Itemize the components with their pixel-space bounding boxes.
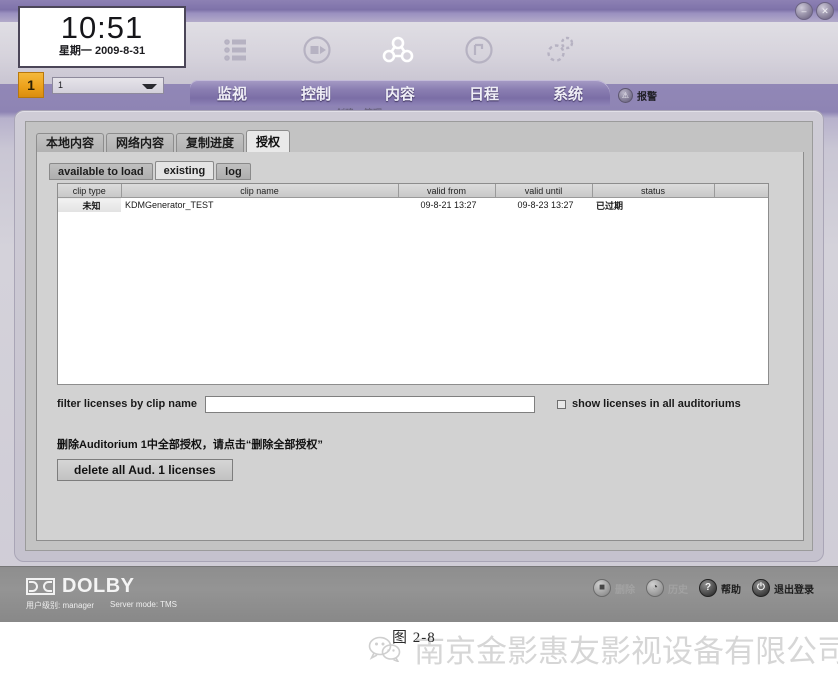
schedule-clock-icon[interactable]: [448, 28, 510, 72]
col-spacer: [714, 184, 768, 198]
main-tabstrip: 本地内容 网络内容 复制进度 授权: [36, 130, 292, 152]
table-row[interactable]: 未知 KDMGenerator_TEST 09-8-21 13:27 09-8-…: [58, 197, 768, 213]
delete-button: ■ 删除: [593, 579, 635, 597]
application-window: – ✕ 10:51 星期一 2009-8-31 1 1 监视 控制 内容 日程 …: [0, 0, 838, 623]
main-navigation-bar: 监视 控制 内容 日程 系统: [190, 80, 610, 106]
auditorium-badge: 1: [18, 72, 44, 98]
nav-content[interactable]: 内容: [358, 83, 442, 104]
cell-valid-until: 09-8-23 13:27: [517, 200, 574, 210]
window-controls: – ✕: [795, 2, 834, 20]
history-button: ◔ 历史: [646, 579, 688, 597]
license-subtabs: available to load existing log: [49, 161, 253, 180]
content-nodes-icon[interactable]: [367, 28, 429, 72]
watermark-company-text: 南京金影惠友影视设备有限公司: [414, 634, 838, 670]
auditorium-dropdown-value: 1: [58, 80, 64, 90]
nav-system[interactable]: 系统: [526, 83, 610, 104]
show-all-auditoriums-checkbox[interactable]: [557, 399, 567, 409]
alarm-button[interactable]: ⚠ 报警: [618, 88, 657, 103]
col-clip-type[interactable]: clip type: [58, 184, 122, 198]
tab-local-content[interactable]: 本地内容: [36, 133, 105, 152]
help-button[interactable]: ? 帮助: [699, 579, 741, 597]
show-all-auditoriums-checkbox-wrap[interactable]: show licenses in all auditoriums: [557, 398, 741, 410]
clock-icon: ◔: [646, 579, 664, 597]
nav-schedule[interactable]: 日程: [442, 83, 526, 104]
subtab-available-to-load[interactable]: available to load: [49, 163, 153, 180]
server-mode-text: Server mode: TMS: [110, 600, 178, 609]
help-button-label: 帮助: [721, 584, 741, 596]
filter-input[interactable]: [205, 395, 536, 413]
col-clip-name[interactable]: clip name: [121, 184, 399, 198]
col-valid-from[interactable]: valid from: [398, 184, 496, 198]
control-play-icon[interactable]: [286, 28, 348, 72]
logout-button-label: 退出登录: [774, 584, 814, 596]
table-header-row: clip type clip name valid from valid unt…: [58, 184, 768, 198]
content-shell: 本地内容 网络内容 复制进度 授权 available to load exis…: [14, 110, 824, 562]
tab-network-content[interactable]: 网络内容: [106, 133, 175, 152]
content-inner: 本地内容 网络内容 复制进度 授权 available to load exis…: [25, 121, 813, 551]
dolby-mark-icon: [26, 577, 55, 595]
show-all-auditoriums-label: show licenses in all auditoriums: [572, 398, 741, 410]
chevron-down-icon: [142, 83, 157, 89]
licenses-table: clip type clip name valid from valid unt…: [58, 184, 768, 213]
col-valid-until[interactable]: valid until: [495, 184, 593, 198]
footer-bar: DOLBY 用户级别: manager Server mode: TMS ■ 删…: [0, 566, 838, 623]
alarm-icon: ⚠: [618, 88, 633, 103]
dolby-wordmark: DOLBY: [62, 575, 135, 597]
question-mark-icon: ?: [699, 579, 717, 597]
user-level-text: 用户级别: manager: [26, 601, 95, 610]
cell-status: 已过期: [596, 200, 624, 211]
tab-licenses[interactable]: 授权: [246, 130, 291, 152]
footer-status-line: 用户级别: manager Server mode: TMS: [26, 600, 177, 611]
dolby-logo: DOLBY: [26, 576, 135, 596]
cell-clip-type: 未知: [58, 197, 121, 212]
auditorium-selector: 1 1: [18, 72, 164, 98]
close-icon[interactable]: ✕: [816, 2, 834, 20]
delete-instruction-text: 删除Auditorium 1中全部授权，请点击“删除全部授权”: [57, 439, 323, 451]
logout-button[interactable]: ⏻ 退出登录: [752, 579, 814, 597]
power-icon: ⏻: [752, 579, 770, 597]
licenses-panel: available to load existing log clip type: [36, 152, 804, 541]
clock-panel: 10:51 星期一 2009-8-31: [18, 6, 186, 68]
clock-date: 星期一 2009-8-31: [58, 45, 146, 57]
clock-time: 10:51: [60, 10, 144, 45]
tab-copy-progress[interactable]: 复制进度: [176, 133, 245, 152]
delete-all-licenses-button[interactable]: delete all Aud. 1 licenses: [57, 459, 233, 481]
cell-clip-name: KDMGenerator_TEST: [125, 200, 214, 210]
nav-monitor[interactable]: 监视: [190, 83, 274, 104]
subtab-log[interactable]: log: [216, 163, 251, 180]
col-status[interactable]: status: [592, 184, 715, 198]
nav-icon-row: [205, 28, 605, 72]
footer-button-row: ■ 删除 ◔ 历史 ? 帮助 ⏻ 退出登录: [593, 579, 814, 597]
trash-icon: ■: [593, 579, 611, 597]
figure-caption: 图 2-8: [392, 630, 436, 646]
delete-button-label: 删除: [615, 584, 635, 596]
filter-row: filter licenses by clip name show licens…: [57, 395, 769, 413]
auditorium-dropdown[interactable]: 1: [52, 76, 164, 94]
minimize-icon[interactable]: –: [795, 2, 813, 20]
cell-valid-from: 09-8-21 13:27: [420, 200, 477, 210]
licenses-table-container[interactable]: clip type clip name valid from valid unt…: [57, 183, 769, 385]
alarm-label: 报警: [637, 92, 657, 103]
system-gears-icon[interactable]: [529, 28, 591, 72]
nav-control[interactable]: 控制: [274, 83, 358, 104]
filter-label: filter licenses by clip name: [57, 398, 198, 410]
cell-spacer: [714, 198, 768, 213]
history-button-label: 历史: [668, 584, 688, 596]
monitor-icon[interactable]: [205, 28, 267, 72]
subtab-existing[interactable]: existing: [154, 161, 215, 180]
